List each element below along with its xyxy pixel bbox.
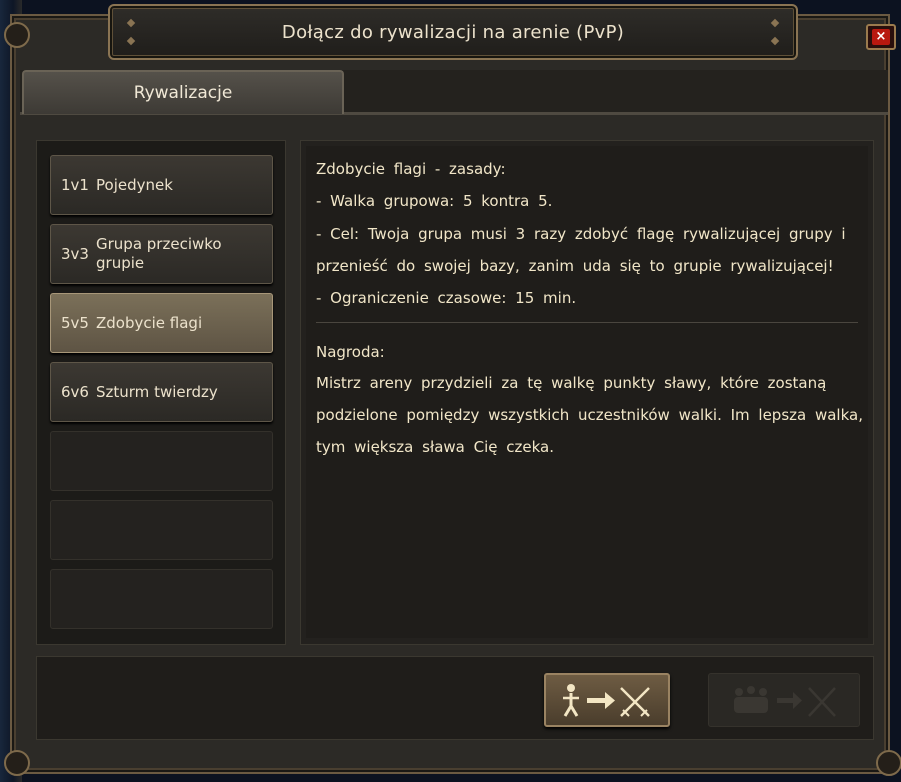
single-person-to-swords-icon (563, 684, 650, 717)
stud-icon (126, 18, 136, 28)
reward-line: Mistrz areny przydzieli za tę walkę punk… (316, 374, 827, 392)
empty-mode-slot (50, 569, 273, 629)
mode-5v5-button[interactable]: 5v5 Zdobycie flagi (50, 293, 273, 353)
reward-heading: Nagroda: (316, 343, 385, 361)
tab-rywalizacje[interactable]: Rywalizacje (22, 70, 344, 114)
mode-1v1-button[interactable]: 1v1 Pojedynek (50, 155, 273, 215)
mode-code: 5v5 (61, 314, 89, 332)
join-solo-button[interactable] (544, 673, 670, 727)
join-group-button[interactable] (708, 673, 860, 727)
mode-name: Grupa przeciwko grupie (96, 235, 222, 272)
stud-icon (126, 36, 136, 46)
mode-code: 3v3 (61, 245, 89, 263)
corner-ornament-icon (876, 750, 901, 776)
empty-mode-slot (50, 431, 273, 491)
corner-ornament-icon (4, 750, 30, 776)
rule-line: - Walka grupowa: 5 kontra 5. (316, 192, 553, 210)
corner-ornament-icon (4, 22, 30, 48)
rule-line: - Ograniczenie czasowe: 15 min. (316, 289, 577, 307)
mode-name: Szturm twierdzy (96, 382, 218, 401)
mode-code: 1v1 (61, 176, 89, 194)
mode-name: Pojedynek (96, 175, 173, 194)
mode-6v6-button[interactable]: 6v6 Szturm twierdzy (50, 362, 273, 422)
rules-heading: Zdobycie flagi - zasady: (316, 160, 506, 178)
close-button[interactable]: × (866, 24, 896, 50)
title-bar: Dołącz do rywalizacji na arenie (PvP) (108, 4, 798, 60)
divider (316, 322, 858, 323)
stud-icon (770, 18, 780, 28)
reward-line: podzielone pomiędzy wszystkich uczestnik… (316, 406, 863, 424)
mode-name: Zdobycie flagi (96, 313, 203, 332)
details-content (306, 146, 868, 638)
close-icon: × (872, 29, 890, 45)
group-to-swords-icon (734, 686, 836, 717)
reward-line: tym większa sława Cię czeka. (316, 438, 555, 456)
rule-line: - Cel: Twoja grupa musi 3 razy zdobyć fl… (316, 225, 846, 243)
window-title: Dołącz do rywalizacji na arenie (PvP) (281, 21, 625, 43)
rule-line: przenieść do swojej bazy, zanim uda się … (316, 257, 834, 275)
mode-code: 6v6 (61, 383, 89, 401)
mode-3v3-button[interactable]: 3v3 Grupa przeciwko grupie (50, 224, 273, 284)
empty-mode-slot (50, 500, 273, 560)
stud-icon (770, 36, 780, 46)
